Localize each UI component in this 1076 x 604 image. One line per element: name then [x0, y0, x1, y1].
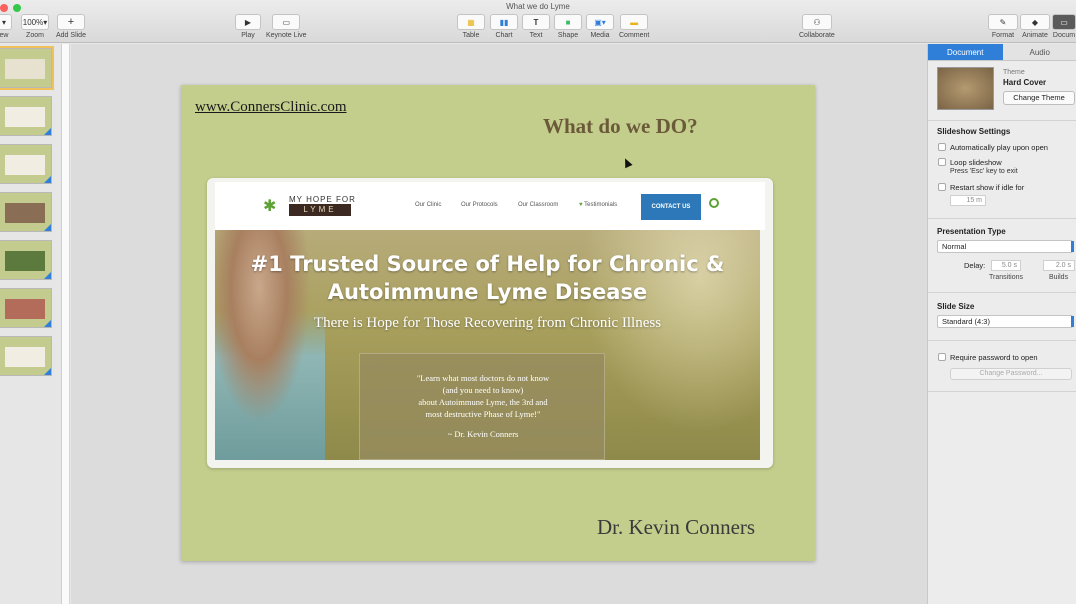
chart-button[interactable]: ▮▮ Chart — [490, 14, 518, 39]
mouse-cursor-icon — [621, 156, 633, 169]
slide-thumbnail-2[interactable] — [0, 96, 52, 136]
tab-document[interactable]: Document — [928, 44, 1003, 61]
text-button[interactable]: T Text — [522, 14, 550, 39]
document-icon: ▭ — [1052, 14, 1076, 30]
website-header: ✱ MY HOPE FOR LYME Our Clinic Our Protoc… — [215, 182, 765, 230]
logo-text-top: MY HOPE FOR — [289, 195, 356, 204]
builds-delay-field[interactable]: 2.0 s — [1043, 260, 1075, 271]
collaborate-button[interactable]: ⚇ Collaborate — [799, 14, 835, 39]
loop-hint: Press 'Esc' key to exit — [950, 168, 1018, 175]
slide-size-select[interactable]: Standard (4:3) — [937, 315, 1074, 328]
quote-box: "Learn what most doctors do not know (an… — [359, 353, 605, 460]
require-password-label: Require password to open — [950, 353, 1038, 362]
require-password-checkbox[interactable] — [938, 353, 946, 361]
slide-url-text[interactable]: www.ConnersClinic.com — [195, 99, 347, 116]
heart-icon: ♥ — [579, 202, 583, 208]
slide-thumbnail-1[interactable] — [0, 46, 54, 90]
idle-time-field[interactable]: 15 m — [950, 195, 986, 206]
tab-audio[interactable]: Audio — [1002, 44, 1076, 61]
slide-size-heading: Slide Size — [937, 302, 975, 311]
slide-thumbnail-7[interactable] — [0, 336, 52, 376]
media-icon: ▣▾ — [586, 14, 614, 30]
change-theme-button[interactable]: Change Theme — [1003, 91, 1075, 105]
play-button[interactable]: ▶ Play — [235, 14, 261, 39]
loop-slideshow-label: Loop slideshow — [950, 158, 1002, 167]
animate-icon: ◆ — [1020, 14, 1050, 30]
comment-icon: ▬ — [620, 14, 649, 30]
website-hero: #1 Trusted Source of Help for Chronic & … — [215, 230, 760, 460]
restart-idle-label: Restart show if idle for — [950, 183, 1025, 192]
delay-label: Delay: — [964, 261, 986, 270]
shape-icon: ■ — [554, 14, 582, 30]
restart-idle-checkbox[interactable] — [938, 183, 946, 191]
paintbrush-icon: ✎ — [988, 14, 1018, 30]
navigator-scroll-track — [62, 44, 70, 604]
table-icon: ▦ — [457, 14, 485, 30]
slide-thumbnail-6[interactable] — [0, 288, 52, 328]
media-button[interactable]: ▣▾ Media — [586, 14, 614, 39]
logo-text-bottom: LYME — [289, 204, 351, 216]
site-nav-our-classroom: Our Classroom — [518, 202, 559, 208]
plus-icon: + — [56, 14, 85, 30]
text-icon: T — [522, 14, 550, 30]
add-slide-button[interactable]: + Add Slide — [56, 14, 86, 39]
auto-play-label: Automatically play upon open — [950, 143, 1048, 152]
bug-logo-icon: ✱ — [263, 198, 277, 215]
collaborate-icon: ⚇ — [801, 14, 832, 30]
theme-thumbnail[interactable] — [937, 67, 994, 110]
toolbar: What we do Lyme ▾ ew 100% ▾ Zoom + Add Sl… — [0, 0, 1076, 43]
search-icon — [709, 198, 719, 208]
keynote-live-button[interactable]: ▭ Keynote Live — [266, 14, 306, 39]
slideshow-settings-heading: Slideshow Settings — [937, 127, 1011, 136]
transitions-label: Transitions — [989, 274, 1023, 281]
comment-button[interactable]: ▬ Comment — [619, 14, 649, 39]
theme-label: Theme — [1003, 69, 1025, 76]
slide-title[interactable]: What do we DO? — [543, 114, 698, 139]
quote-text: "Learn what most doctors do not know (an… — [416, 373, 550, 419]
presentation-type-select[interactable]: Normal — [937, 240, 1074, 253]
chart-icon: ▮▮ — [490, 14, 518, 30]
view-control[interactable]: ▾ ew — [0, 14, 12, 39]
view-icon: ▾ — [0, 14, 12, 30]
website-screenshot-image[interactable]: ✱ MY HOPE FOR LYME Our Clinic Our Protoc… — [207, 178, 773, 468]
slide-author[interactable]: Dr. Kevin Conners — [597, 515, 755, 540]
play-icon: ▶ — [235, 14, 261, 30]
presentation-type-heading: Presentation Type — [937, 227, 1006, 236]
inspector-tabs: Document Audio — [928, 44, 1076, 61]
window-title: What we do Lyme — [506, 2, 570, 11]
hero-title: #1 Trusted Source of Help for Chronic & … — [250, 252, 725, 304]
builds-label: Builds — [1049, 274, 1069, 281]
zoom-select[interactable]: 100% ▾ — [21, 14, 49, 30]
table-button[interactable]: ▦ Table — [457, 14, 485, 39]
site-contact-button: CONTACT US — [641, 194, 701, 220]
keynote-live-icon: ▭ — [272, 14, 301, 30]
site-nav-our-clinic: Our Clinic — [415, 202, 442, 208]
current-slide[interactable]: www.ConnersClinic.com What do we DO? ✱ M… — [181, 85, 815, 561]
loop-slideshow-checkbox[interactable] — [938, 158, 946, 166]
document-button[interactable]: ▭ Docum — [1052, 14, 1076, 39]
site-nav-testimonials: ♥ Testimonials — [579, 202, 618, 208]
hero-subtitle: There is Hope for Those Recovering from … — [313, 315, 662, 331]
slide-thumbnail-3[interactable] — [0, 144, 52, 184]
quote-attribution: ~ Dr. Kevin Conners — [447, 429, 519, 439]
site-nav-our-protocols: Our Protocols — [461, 202, 498, 208]
shape-button[interactable]: ■ Shape — [554, 14, 582, 39]
animate-button[interactable]: ◆ Animate — [1020, 14, 1050, 39]
slide-thumbnail-4[interactable] — [0, 192, 52, 232]
theme-name: Hard Cover — [1003, 78, 1047, 87]
auto-play-checkbox[interactable] — [938, 143, 946, 151]
format-button[interactable]: ✎ Format — [988, 14, 1018, 39]
slide-navigator[interactable] — [0, 44, 62, 604]
zoom-control[interactable]: 100% ▾ Zoom — [21, 14, 49, 39]
transitions-delay-field[interactable]: 5.0 s — [991, 260, 1021, 271]
slide-canvas[interactable]: www.ConnersClinic.com What do we DO? ✱ M… — [71, 44, 927, 604]
change-password-button[interactable]: Change Password... — [950, 368, 1072, 380]
document-inspector: Document Audio Theme Hard Cover Change T… — [927, 44, 1076, 604]
slide-thumbnail-5[interactable] — [0, 240, 52, 280]
